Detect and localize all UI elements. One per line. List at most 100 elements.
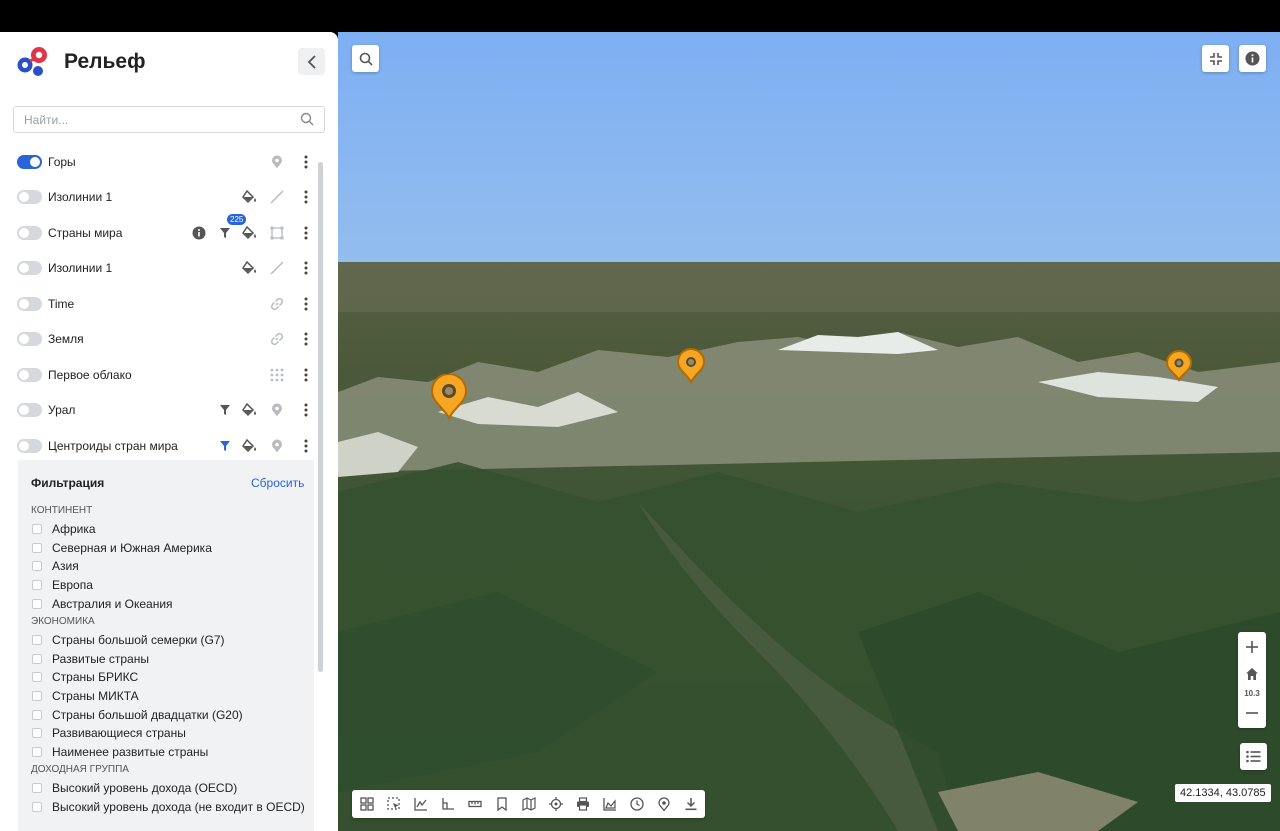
- tool-print[interactable]: [569, 790, 596, 818]
- sidebar-scrollbar[interactable]: [318, 162, 323, 672]
- paint-bucket-icon[interactable]: [241, 188, 259, 206]
- polygon-icon[interactable]: [268, 224, 286, 242]
- map-marker-pin[interactable]: [430, 374, 468, 420]
- more-vertical-icon[interactable]: [297, 188, 315, 206]
- map-search-button[interactable]: [352, 45, 379, 72]
- more-vertical-icon[interactable]: [297, 224, 315, 242]
- more-vertical-icon[interactable]: [297, 437, 315, 455]
- tool-bookmark[interactable]: [488, 790, 515, 818]
- tool-profile[interactable]: [407, 790, 434, 818]
- paint-bucket-icon[interactable]: [241, 224, 259, 242]
- area-chart-icon: [602, 798, 616, 811]
- checkbox[interactable]: [32, 783, 42, 794]
- more-vertical-icon[interactable]: [297, 366, 315, 384]
- more-vertical-icon[interactable]: [297, 295, 315, 313]
- filter-option[interactable]: Наименее развитые страны: [31, 743, 311, 762]
- link-icon[interactable]: [268, 330, 286, 348]
- layer-visibility-toggle[interactable]: [17, 154, 42, 169]
- layer-row: Time: [0, 286, 325, 322]
- checkbox[interactable]: [32, 802, 42, 813]
- point-cloud-icon[interactable]: [268, 366, 286, 384]
- option-label: Страны БРИКС: [52, 670, 139, 685]
- filter-option[interactable]: Развитые страны: [31, 650, 311, 669]
- location-pin-icon[interactable]: [268, 153, 286, 171]
- filter-icon[interactable]: [216, 401, 234, 419]
- more-vertical-icon[interactable]: [297, 153, 315, 171]
- filter-option[interactable]: Высокий уровень дохода (OECD): [31, 779, 311, 798]
- location-pin-icon[interactable]: [268, 437, 286, 455]
- filter-option[interactable]: Австралия и Океания: [31, 594, 311, 613]
- tool-marker[interactable]: [650, 790, 677, 818]
- location-pin-icon[interactable]: [268, 401, 286, 419]
- filter-option[interactable]: Страны БРИКС: [31, 668, 311, 687]
- filter-option[interactable]: Азия: [31, 557, 311, 576]
- layer-search-input[interactable]: [13, 106, 325, 133]
- checkbox[interactable]: [32, 691, 42, 702]
- filter-option[interactable]: Северная и Южная Америка: [31, 539, 311, 558]
- map-view[interactable]: 10.3 42.1334, 43.0785: [338, 32, 1280, 831]
- map-marker-pin[interactable]: [676, 348, 706, 384]
- checkbox[interactable]: [32, 580, 42, 591]
- info-icon[interactable]: [190, 224, 208, 242]
- option-label: Высокий уровень дохода (не входит в OECD…: [52, 800, 305, 815]
- filter-option[interactable]: Европа: [31, 576, 311, 595]
- legend-button[interactable]: [1240, 743, 1267, 770]
- line-icon[interactable]: [268, 259, 286, 277]
- checkbox[interactable]: [32, 728, 42, 739]
- filter-option[interactable]: Страны большой двадцатки (G20): [31, 705, 311, 724]
- paint-bucket-icon[interactable]: [241, 401, 259, 419]
- layer-visibility-toggle[interactable]: [17, 190, 42, 205]
- line-icon[interactable]: [268, 188, 286, 206]
- link-icon[interactable]: [268, 295, 286, 313]
- checkbox[interactable]: [32, 709, 42, 720]
- checkbox[interactable]: [32, 598, 42, 609]
- paint-bucket-icon[interactable]: [241, 437, 259, 455]
- tool-download[interactable]: [677, 790, 704, 818]
- zoom-out-button[interactable]: [1238, 701, 1266, 725]
- filter-active-icon[interactable]: [216, 437, 234, 455]
- tool-ruler[interactable]: [461, 790, 488, 818]
- layer-visibility-toggle[interactable]: [17, 225, 42, 240]
- filter-option[interactable]: Страны МИКТА: [31, 687, 311, 706]
- filter-reset-link[interactable]: Сбросить: [251, 476, 304, 490]
- filter-option[interactable]: Высокий уровень дохода (не входит в OECD…: [31, 798, 311, 817]
- tool-select[interactable]: [380, 790, 407, 818]
- filter-option[interactable]: Развивающиеся страны: [31, 724, 311, 743]
- more-vertical-icon[interactable]: [297, 259, 315, 277]
- exit-fullscreen-button[interactable]: [1202, 45, 1229, 72]
- paint-bucket-icon[interactable]: [241, 259, 259, 277]
- checkbox[interactable]: [32, 653, 42, 664]
- checkbox[interactable]: [32, 561, 42, 572]
- home-button[interactable]: [1238, 662, 1266, 686]
- tool-time[interactable]: [623, 790, 650, 818]
- layer-visibility-toggle[interactable]: [17, 261, 42, 276]
- layer-visibility-toggle[interactable]: [17, 403, 42, 418]
- layer-visibility-toggle[interactable]: [17, 332, 42, 347]
- map-icon: [521, 797, 536, 811]
- collapse-sidebar-button[interactable]: [298, 48, 325, 75]
- zoom-in-button[interactable]: [1238, 635, 1266, 659]
- tool-area-chart[interactable]: [596, 790, 623, 818]
- filter-option[interactable]: Африка: [31, 520, 311, 539]
- checkbox[interactable]: [32, 635, 42, 646]
- tool-locate[interactable]: [542, 790, 569, 818]
- app-title: Рельеф: [64, 50, 146, 73]
- tool-basemap[interactable]: [515, 790, 542, 818]
- checkbox[interactable]: [32, 746, 42, 757]
- tool-slope[interactable]: [434, 790, 461, 818]
- layer-row: Урал: [0, 393, 325, 429]
- checkbox[interactable]: [32, 542, 42, 553]
- map-marker-pin[interactable]: [1165, 350, 1193, 382]
- more-vertical-icon[interactable]: [297, 330, 315, 348]
- layer-visibility-toggle[interactable]: [17, 438, 42, 453]
- layer-visibility-toggle[interactable]: [17, 296, 42, 311]
- filter-option[interactable]: Страны большой семерки (G7): [31, 631, 311, 650]
- checkbox[interactable]: [32, 672, 42, 683]
- checkbox[interactable]: [32, 524, 42, 535]
- layer-visibility-toggle[interactable]: [17, 367, 42, 382]
- more-vertical-icon[interactable]: [297, 401, 315, 419]
- info-button[interactable]: [1239, 45, 1266, 72]
- option-label: Азия: [52, 559, 79, 574]
- filter-icon[interactable]: [216, 224, 234, 242]
- tool-grid[interactable]: [353, 790, 380, 818]
